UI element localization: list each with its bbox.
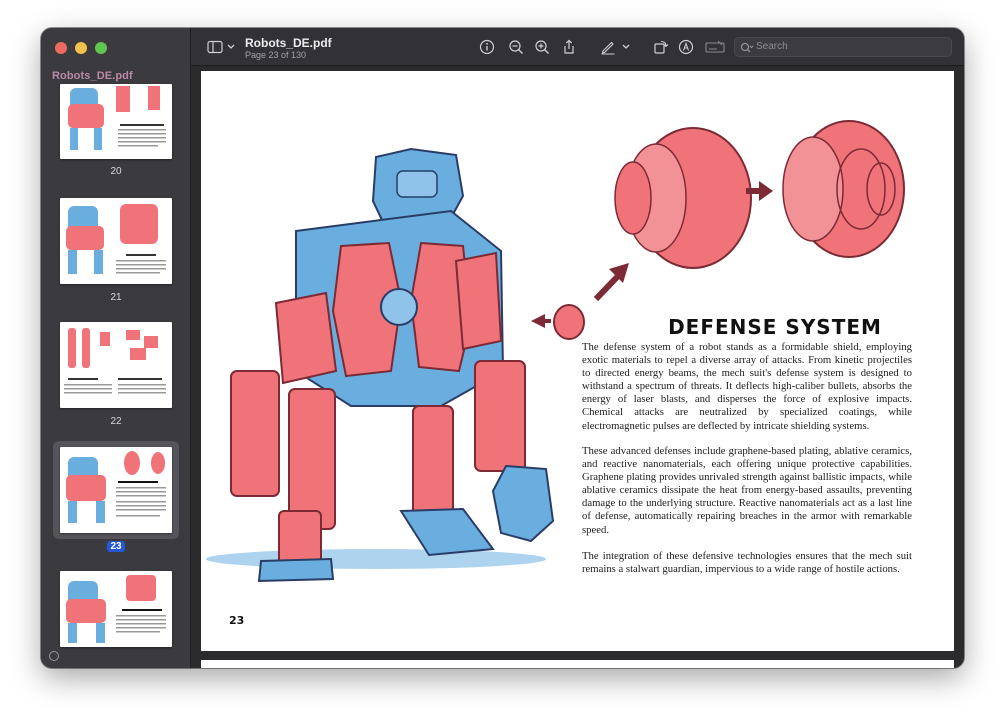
page-heading: DEFENSE SYSTEM [668, 315, 882, 339]
page-paragraph-1: The defense system of a robot stands as … [582, 341, 912, 432]
rotate-icon[interactable] [653, 39, 669, 55]
sidebar-options-icon[interactable] [49, 651, 59, 661]
pdf-page-23: DEFENSE SYSTEM The defense system of a r… [201, 71, 954, 651]
thumbnail-page-21[interactable] [60, 198, 172, 284]
zoom-in-icon[interactable] [534, 39, 550, 55]
thumbnail-21-art [66, 204, 166, 274]
info-icon[interactable] [479, 39, 495, 55]
minimize-window-button[interactable] [75, 42, 87, 54]
thumbnail-label-20: 20 [110, 166, 122, 177]
close-window-button[interactable] [55, 42, 67, 54]
thumbnail-label-22: 22 [110, 416, 122, 427]
markup-pen-icon[interactable] [600, 39, 616, 55]
thumbnail-23-art [66, 451, 166, 523]
page-number: 23 [229, 614, 245, 627]
annotate-icon[interactable] [678, 39, 694, 55]
search-placeholder: Search [756, 41, 788, 52]
preview-window: Robots_DE.pdf 20 21 22 23 Robots_DE.pdf … [41, 28, 964, 668]
search-field[interactable]: Search [734, 37, 952, 57]
thumbnail-label-21: 21 [110, 292, 122, 303]
pdf-page-24-edge [201, 660, 954, 668]
thumbnail-page-23[interactable] [60, 447, 172, 533]
chevron-down-icon[interactable] [226, 39, 236, 55]
sidebar-toggle-icon[interactable] [207, 39, 223, 55]
page-indicator: Page 23 of 130 [245, 50, 307, 60]
thumbnail-label-23: 23 [41, 541, 191, 552]
window-controls [55, 42, 107, 54]
thumbnail-sidebar: Robots_DE.pdf 20 21 22 23 [41, 28, 191, 668]
toolbar: Robots_DE.pdf Page 23 of 130 Search [191, 28, 964, 66]
thumbnail-22-art [64, 328, 166, 394]
sidebar-document-title: Robots_DE.pdf [52, 70, 133, 82]
thumbnail-20-art [68, 86, 166, 150]
search-icon [740, 42, 754, 53]
page-paragraph-2: These advanced defenses include graphene… [582, 445, 912, 536]
document-view[interactable]: DEFENSE SYSTEM The defense system of a r… [191, 67, 964, 668]
document-title: Robots_DE.pdf [245, 36, 332, 50]
zoom-out-icon[interactable] [508, 39, 524, 55]
thumbnail-24-art [66, 575, 166, 643]
form-fill-icon[interactable] [705, 39, 725, 55]
thumbnail-page-24[interactable] [60, 571, 172, 647]
thumbnail-page-20[interactable] [60, 84, 172, 159]
markup-chevron-icon[interactable] [621, 39, 631, 55]
thumbnail-page-22[interactable] [60, 322, 172, 408]
page-paragraph-3: The integration of these defensive techn… [582, 550, 912, 576]
zoom-window-button[interactable] [95, 42, 107, 54]
share-icon[interactable] [561, 39, 577, 55]
